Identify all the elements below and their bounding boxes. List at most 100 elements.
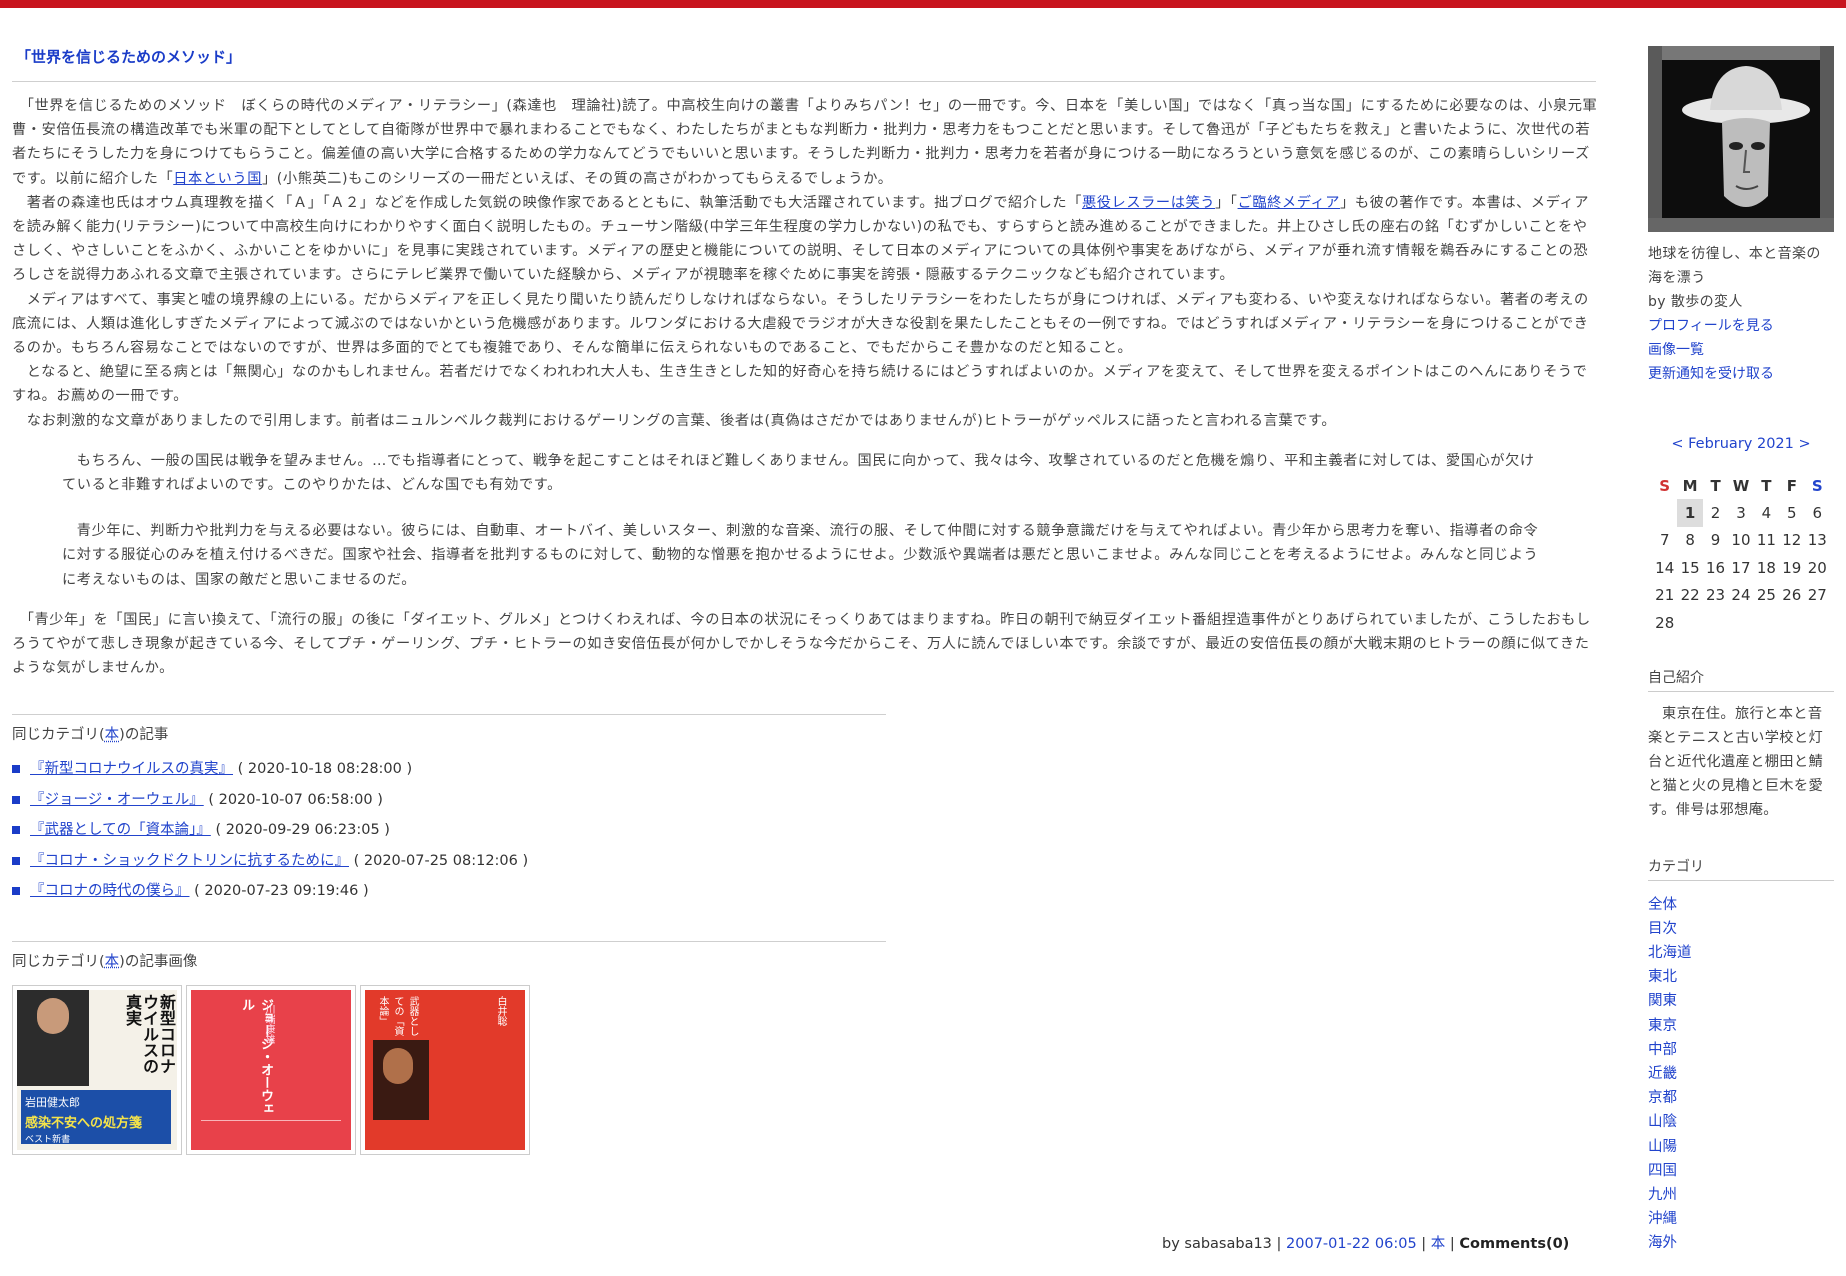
related-date: ( 2020-09-29 06:23:05 ) <box>215 822 390 839</box>
calendar-day[interactable]: 11 <box>1754 527 1779 555</box>
profile-link[interactable]: プロフィールを見る <box>1648 314 1834 338</box>
thumbnail-shihonron[interactable]: 武器としての「資本論」 白井聡 <box>360 984 530 1155</box>
header-bar <box>0 0 1846 8</box>
category-item: 近畿 <box>1648 1062 1834 1086</box>
category-link[interactable]: 京都 <box>1648 1090 1677 1106</box>
category-link[interactable]: 北海道 <box>1648 945 1692 961</box>
calendar-day[interactable]: 16 <box>1703 554 1728 582</box>
related-link[interactable]: 『コロナの時代の僕ら』 <box>30 883 190 899</box>
category-item: 山陰 <box>1648 1110 1834 1134</box>
next-month-button[interactable]: > <box>1798 436 1810 452</box>
calendar-day[interactable]: 12 <box>1779 527 1804 555</box>
calendar-empty <box>1779 609 1804 637</box>
calendar-days: 1 2 3 4 5 6 7 8 9 10 11 12 13 14 15 16 17 18 19 20 21 22 23 24 2… <box>1652 499 1830 637</box>
related-date: ( 2020-07-25 08:12:06 ) <box>353 852 529 869</box>
category-link[interactable]: 東京 <box>1648 1018 1677 1034</box>
calendar-day[interactable]: 20 <box>1805 554 1830 582</box>
footer-category-link[interactable]: 本 <box>1431 1236 1446 1252</box>
calendar-week: 14 15 16 17 18 19 20 <box>1652 554 1830 582</box>
category-link[interactable]: 全体 <box>1648 897 1677 913</box>
calendar-day[interactable]: 22 <box>1677 582 1702 610</box>
calendar-grid: S M T W T F S 1 2 3 4 5 6 7 8 9 10 11 12 13 14 15 16 17 1… <box>1652 472 1830 637</box>
related-list: 『新型コロナウイルスの真実』 ( 2020-10-18 08:28:00 ) 『… <box>12 754 1600 907</box>
category-link[interactable]: 海外 <box>1648 1235 1677 1251</box>
calendar-day[interactable]: 17 <box>1728 554 1753 582</box>
calendar-day[interactable]: 4 <box>1754 499 1779 527</box>
calendar: < February 2021 > S M T W T F S 12345678… <box>1648 436 1834 637</box>
calendar-day[interactable]: 24 <box>1728 582 1753 610</box>
related-link[interactable]: 『ジョージ・オーウェル』 <box>30 792 204 808</box>
related-category-link[interactable]: 本 <box>105 727 120 743</box>
category-link[interactable]: 沖縄 <box>1648 1211 1677 1227</box>
permalink[interactable]: 2007-01-22 06:05 <box>1286 1236 1417 1252</box>
calendar-day[interactable]: 8 <box>1677 527 1702 555</box>
related-link[interactable]: 『コロナ・ショックドクトリンに抗するために』 <box>30 853 349 869</box>
calendar-day[interactable]: 27 <box>1805 582 1830 610</box>
category-link[interactable]: 目次 <box>1648 921 1677 937</box>
category-item: 北海道 <box>1648 941 1834 965</box>
category-link[interactable]: 山陽 <box>1648 1139 1677 1155</box>
thumbnail-corona-truth[interactable]: 新型コロナウイルスの真実 岩田健太郎 感染不安への処方箋 ベスト新書 <box>12 984 182 1155</box>
category-link[interactable]: 中部 <box>1648 1042 1677 1058</box>
tagline: 地球を彷徨し、本と音楽の海を漂う <box>1648 246 1821 286</box>
calendar-day[interactable]: 23 <box>1703 582 1728 610</box>
calendar-day[interactable]: 10 <box>1728 527 1753 555</box>
prev-month-button[interactable]: < <box>1671 436 1683 452</box>
cover-rule <box>201 1119 341 1121</box>
face-shape <box>383 1047 413 1084</box>
calendar-day[interactable]: 21 <box>1652 582 1677 610</box>
link-nihon-to-iu-kuni[interactable]: 日本という国 <box>173 171 262 187</box>
calendar-day[interactable]: 28 <box>1652 609 1677 637</box>
thumbnail-row: 新型コロナウイルスの真実 岩田健太郎 感染不安への処方箋 ベスト新書 ジョージ・… <box>12 984 1600 1155</box>
link-gorinju-media[interactable]: ご臨終メディア <box>1238 195 1341 211</box>
calendar-day[interactable]: 19 <box>1779 554 1804 582</box>
category-item: 全体 <box>1648 893 1834 917</box>
related-link[interactable]: 『新型コロナウイルスの真実』 <box>30 761 233 777</box>
weekday-label: F <box>1786 476 1797 495</box>
calendar-day[interactable]: 5 <box>1779 499 1804 527</box>
post-title[interactable]: 「世界を信じるためのメソッド」 <box>16 46 1600 67</box>
calendar-empty <box>1754 609 1779 637</box>
category-link[interactable]: 東北 <box>1648 969 1677 985</box>
paragraph: メディアはすべて、事実と嘘の境界線の上にいる。だからメディアを正しく見たり聞いた… <box>12 291 1589 357</box>
calendar-day[interactable]: 1 <box>1677 499 1703 527</box>
calendar-day[interactable]: 14 <box>1652 554 1677 582</box>
paragraph: 著者の森達也氏はオウム真理教を描く「Ａ」「Ａ２」などを作成した気鋭の映像作家であ… <box>12 194 1590 284</box>
paragraph: なお刺激的な文章がありましたので引用します。前者はニュルンベルク裁判におけるゲー… <box>12 412 1337 429</box>
calendar-day[interactable]: 15 <box>1677 554 1702 582</box>
subscribe-link[interactable]: 更新通知を受け取る <box>1648 362 1834 386</box>
weekday-label: S <box>1659 476 1671 495</box>
link-akuyaku-wrestler[interactable]: 悪役レスラーは笑う <box>1082 195 1215 211</box>
calendar-day[interactable]: 7 <box>1652 527 1677 555</box>
calendar-empty <box>1805 609 1830 637</box>
thumbnail-george-orwell[interactable]: ジョージ・オーウェル 川端康雄 <box>186 984 356 1155</box>
calendar-day[interactable]: 9 <box>1703 527 1728 555</box>
calendar-week: 28 <box>1652 609 1830 637</box>
calendar-day[interactable]: 2 <box>1703 499 1728 527</box>
face-shape <box>37 997 69 1034</box>
category-link[interactable]: 四国 <box>1648 1163 1677 1179</box>
category-link[interactable]: 関東 <box>1648 993 1677 1009</box>
comments-link[interactable]: Comments(0) <box>1459 1236 1569 1252</box>
category-link[interactable]: 近畿 <box>1648 1066 1677 1082</box>
calendar-day[interactable]: 3 <box>1728 499 1753 527</box>
calendar-day[interactable]: 13 <box>1805 527 1830 555</box>
calendar-day[interactable]: 18 <box>1754 554 1779 582</box>
weekday-label: T <box>1710 476 1721 495</box>
related-link[interactable]: 『武器としての「資本論」』 <box>30 822 211 838</box>
calendar-day[interactable]: 26 <box>1779 582 1804 610</box>
calendar-day[interactable]: 25 <box>1754 582 1779 610</box>
calendar-month: February 2021 <box>1688 436 1794 452</box>
calendar-week: 7 8 9 10 11 12 13 <box>1652 527 1830 555</box>
bullet-icon <box>12 856 20 865</box>
bullet-icon <box>12 795 20 804</box>
category-item: 関東 <box>1648 989 1834 1013</box>
list-item: 『コロナ・ショックドクトリンに抗するために』 ( 2020-07-25 08:1… <box>12 846 1600 877</box>
image-list-link[interactable]: 画像一覧 <box>1648 338 1834 362</box>
category-item: 京都 <box>1648 1086 1834 1110</box>
images-category-link[interactable]: 本 <box>105 954 120 970</box>
category-link[interactable]: 山陰 <box>1648 1114 1677 1130</box>
calendar-day[interactable]: 6 <box>1805 499 1830 527</box>
category-link[interactable]: 九州 <box>1648 1187 1677 1203</box>
profile-image[interactable] <box>1648 46 1834 232</box>
